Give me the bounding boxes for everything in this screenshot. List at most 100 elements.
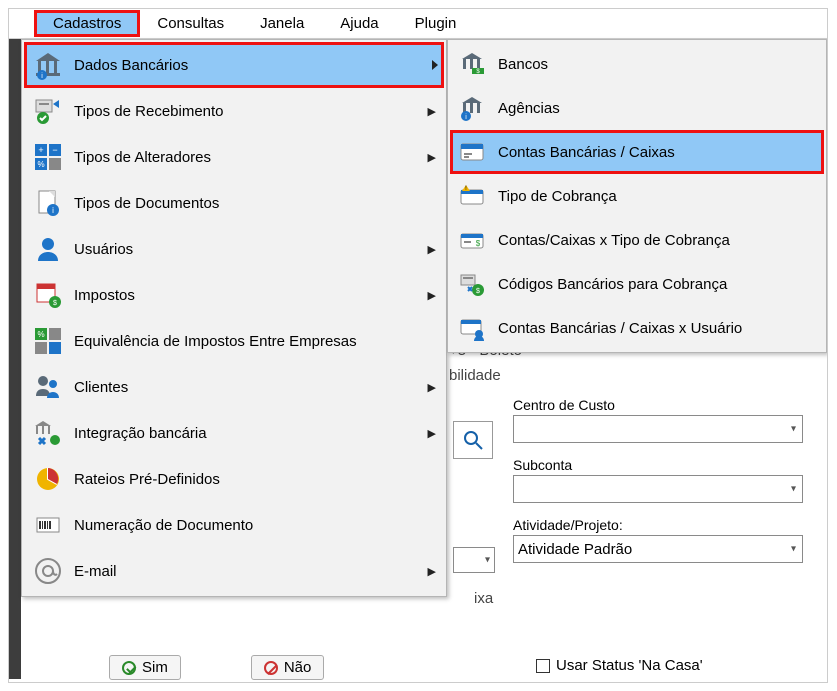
- submenu-item-contas-usuario[interactable]: Contas Bancárias / Caixas x Usuário: [450, 306, 824, 350]
- submenu-arrow-icon: ▶: [428, 565, 436, 578]
- svg-text:%: %: [37, 160, 44, 169]
- user-icon: [28, 229, 68, 269]
- menu-item-email[interactable]: E-mail ▶: [24, 548, 444, 594]
- atividade-combo[interactable]: Atividade Padrão ▾: [513, 535, 803, 563]
- svg-text:$: $: [53, 300, 57, 307]
- submenu-arrow-icon: ▶: [428, 289, 436, 302]
- chevron-down-icon: ▾: [791, 424, 796, 435]
- menubar-item-ajuda[interactable]: Ajuda: [322, 11, 396, 36]
- bank-integration-icon: [28, 413, 68, 453]
- receipt-types-icon: [28, 91, 68, 131]
- submenu-item-label: Bancos: [498, 56, 548, 73]
- accounts-icon: [454, 134, 490, 170]
- cancel-circle-icon: [264, 661, 278, 675]
- svg-text:%: %: [37, 330, 44, 339]
- submenu-arrow-icon: ▶: [428, 105, 436, 118]
- atividade-value: Atividade Padrão: [518, 541, 632, 558]
- menu-item-impostos[interactable]: $ Impostos ▶: [24, 272, 444, 318]
- submenu-arrow-icon: ▶: [428, 243, 436, 256]
- submenu-item-label: Agências: [498, 100, 560, 117]
- bank-icon: i: [28, 45, 68, 85]
- nao-label: Não: [284, 659, 312, 676]
- submenu-arrow-icon: ▶: [428, 151, 436, 164]
- submenu-item-contas-cobranca[interactable]: $ Contas/Caixas x Tipo de Cobrança: [450, 218, 824, 262]
- nao-button[interactable]: Não: [251, 655, 325, 680]
- menu-item-numeracao-doc[interactable]: Numeração de Documento: [24, 502, 444, 548]
- atividade-label: Atividade/Projeto:: [513, 517, 803, 533]
- submenu-item-label: Códigos Bancários para Cobrança: [498, 276, 727, 293]
- menu-item-integracao-bancaria[interactable]: Integração bancária ▶: [24, 410, 444, 456]
- svg-text:+: +: [38, 145, 43, 155]
- chevron-down-icon: ▾: [485, 555, 490, 566]
- tax-equiv-icon: %: [28, 321, 68, 361]
- submenu-item-label: Contas Bancárias / Caixas x Usuário: [498, 320, 742, 337]
- menu-item-tipos-recebimento[interactable]: Tipos de Recebimento ▶: [24, 88, 444, 134]
- menu-item-equiv-impostos[interactable]: % Equivalência de Impostos Entre Empresa…: [24, 318, 444, 364]
- accounts-user-icon: [454, 310, 490, 346]
- menu-item-tipos-alteradores[interactable]: +−% Tipos de Alteradores ▶: [24, 134, 444, 180]
- menu-item-usuarios[interactable]: Usuários ▶: [24, 226, 444, 272]
- submenu-arrow-icon: ▶: [428, 427, 436, 440]
- tax-icon: $: [28, 275, 68, 315]
- submenu-item-label: Contas/Caixas x Tipo de Cobrança: [498, 232, 730, 249]
- menu-item-label: Tipos de Alteradores: [74, 149, 428, 166]
- banks-icon: $: [454, 46, 490, 82]
- menu-item-label: Clientes: [74, 379, 428, 396]
- submenu-arrow-icon: ▶: [428, 381, 436, 394]
- sidebar-strip: [9, 39, 21, 679]
- fragment-bilidade-text: bilidade: [449, 367, 501, 384]
- subconta-combo[interactable]: ▾: [513, 475, 803, 503]
- centro-custo-combo[interactable]: ▾: [513, 415, 803, 443]
- menu-item-label: Tipos de Documentos: [74, 195, 436, 212]
- menu-item-clientes[interactable]: Clientes ▶: [24, 364, 444, 410]
- email-icon: [28, 551, 68, 591]
- app-window: Cadastros Consultas Janela Ajuda Plugin …: [8, 8, 828, 683]
- split-icon: [28, 459, 68, 499]
- usar-status-checkbox[interactable]: Usar Status 'Na Casa': [536, 657, 703, 674]
- menu-item-label: Impostos: [74, 287, 428, 304]
- check-circle-icon: [122, 661, 136, 675]
- submenu-item-bancos[interactable]: $ Bancos: [450, 42, 824, 86]
- sim-button[interactable]: Sim: [109, 655, 181, 680]
- submenu-item-agencias[interactable]: i Agências: [450, 86, 824, 130]
- accounts-billing-icon: $: [454, 222, 490, 258]
- menu-item-label: Numeração de Documento: [74, 517, 436, 534]
- menubar-item-cadastros[interactable]: Cadastros: [35, 11, 139, 36]
- menu-item-rateios[interactable]: Rateios Pré-Definidos: [24, 456, 444, 502]
- menubar-item-plugin[interactable]: Plugin: [397, 11, 475, 36]
- menubar-item-janela[interactable]: Janela: [242, 11, 322, 36]
- menu-item-label: Tipos de Recebimento: [74, 103, 428, 120]
- menubar: Cadastros Consultas Janela Ajuda Plugin: [9, 9, 827, 39]
- submenu-item-codigos-bancarios[interactable]: $ Códigos Bancários para Cobrança: [450, 262, 824, 306]
- chevron-down-icon: ▾: [791, 544, 796, 555]
- clients-icon: [28, 367, 68, 407]
- alter-types-icon: +−%: [28, 137, 68, 177]
- doc-number-icon: [28, 505, 68, 545]
- checkbox-label: Usar Status 'Na Casa': [556, 657, 703, 674]
- small-combo[interactable]: ▾: [453, 547, 495, 573]
- svg-text:i: i: [52, 206, 54, 215]
- menu-item-dados-bancarios[interactable]: i Dados Bancários: [24, 42, 444, 88]
- agencies-icon: i: [454, 90, 490, 126]
- chevron-down-icon: ▾: [791, 484, 796, 495]
- fragment-ixa-text: ixa: [474, 590, 493, 607]
- subconta-label: Subconta: [513, 457, 803, 473]
- menu-item-label: Equivalência de Impostos Entre Empresas: [74, 333, 436, 350]
- menu-item-label: Integração bancária: [74, 425, 428, 442]
- search-button[interactable]: [453, 421, 493, 459]
- submenu-item-tipo-cobranca[interactable]: ! Tipo de Cobrança: [450, 174, 824, 218]
- sim-label: Sim: [142, 659, 168, 676]
- search-icon: [463, 430, 483, 450]
- bank-codes-icon: $: [454, 266, 490, 302]
- checkbox-icon: [536, 659, 550, 673]
- menubar-item-consultas[interactable]: Consultas: [139, 11, 242, 36]
- svg-text:$: $: [476, 239, 481, 248]
- svg-text:−: −: [52, 145, 57, 155]
- billing-type-icon: !: [454, 178, 490, 214]
- button-row: Sim Não: [109, 655, 324, 680]
- dados-bancarios-submenu: $ Bancos i Agências Contas Bancárias / C…: [447, 39, 827, 353]
- submenu-item-contas-bancarias[interactable]: Contas Bancárias / Caixas: [450, 130, 824, 174]
- menu-item-tipos-documentos[interactable]: i Tipos de Documentos: [24, 180, 444, 226]
- svg-text:$: $: [476, 288, 480, 295]
- menu-item-label: Usuários: [74, 241, 428, 258]
